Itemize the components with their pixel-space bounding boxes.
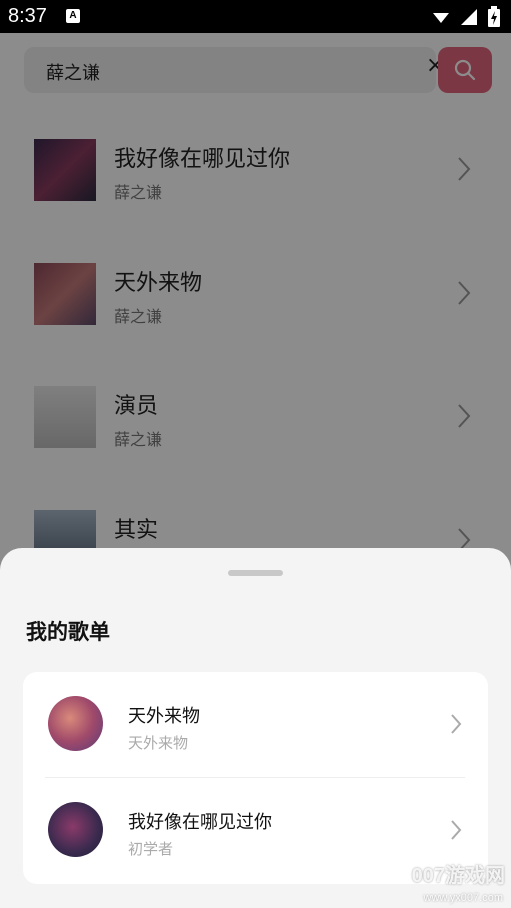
wifi-signal-icon: [461, 9, 477, 25]
playlist-subtitle: 初学者: [128, 840, 174, 858]
playlist-name: 天外来物: [128, 706, 200, 727]
playlist-bottom-sheet: 我的歌单 天外来物 天外来物 我好像在哪见过你 初学者 007游戏网 www.y…: [0, 548, 511, 908]
status-time: 8:37: [8, 5, 47, 27]
playlist-subtitle: 天外来物: [128, 734, 189, 752]
status-icons: [431, 6, 501, 28]
watermark-brand: 007游戏网: [411, 865, 505, 887]
playlist-item[interactable]: 天外来物 天外来物: [23, 672, 488, 778]
network-signal-icon: [433, 13, 449, 23]
sheet-title: 我的歌单: [26, 620, 110, 644]
drag-handle[interactable]: [228, 570, 283, 576]
chevron-right-icon: [451, 820, 462, 840]
chevron-right-icon: [451, 714, 462, 734]
battery-charging-icon: [488, 6, 500, 27]
playlist-name: 我好像在哪见过你: [128, 812, 272, 833]
status-bar: 8:37 A: [0, 0, 511, 33]
playlist-avatar: [48, 802, 103, 857]
playlist-list: 天外来物 天外来物 我好像在哪见过你 初学者: [23, 672, 488, 884]
notification-icon: A: [66, 9, 80, 23]
playlist-avatar: [48, 696, 103, 751]
watermark-url: www.yx007.com: [423, 892, 503, 904]
